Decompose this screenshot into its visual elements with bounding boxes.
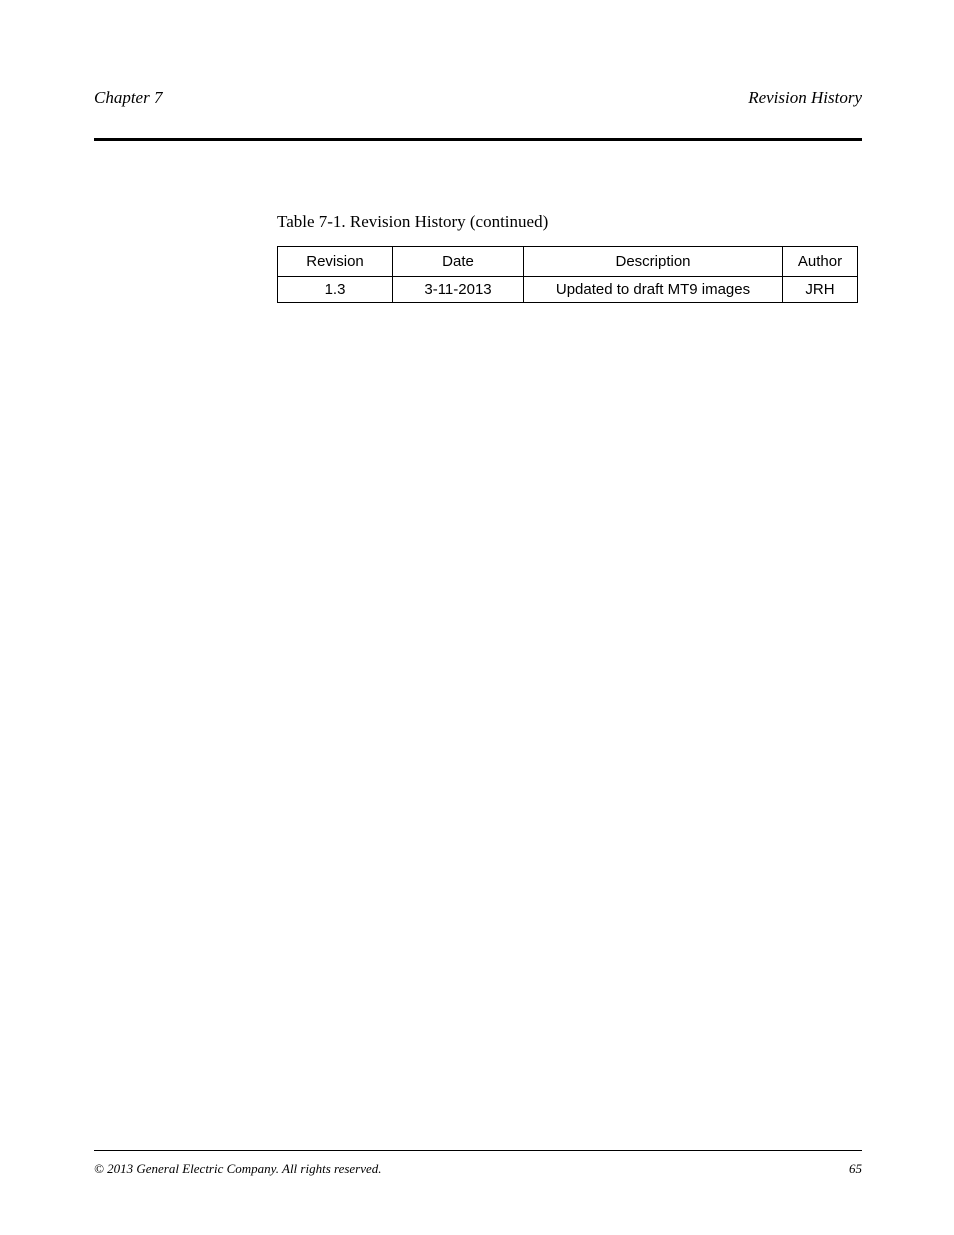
table-caption: Table 7-1. Revision History (continued): [277, 212, 548, 232]
page: Chapter 7 Revision History Table 7-1. Re…: [0, 0, 954, 1235]
table-row: 1.3 3-11-2013 Updated to draft MT9 image…: [278, 277, 858, 303]
cell-date: 3-11-2013: [393, 277, 524, 303]
cell-author: JRH: [783, 277, 858, 303]
cell-revision: 1.3: [278, 277, 393, 303]
header-right: Revision History: [748, 88, 862, 108]
col-header-date: Date: [393, 247, 524, 277]
footer-rule: [94, 1150, 862, 1151]
table-header-row: Revision Date Description Author: [278, 247, 858, 277]
footer-copyright: © 2013 General Electric Company. All rig…: [94, 1161, 382, 1177]
header-left: Chapter 7: [94, 88, 162, 108]
footer-page-number: 65: [849, 1161, 862, 1177]
col-header-description: Description: [524, 247, 783, 277]
cell-description: Updated to draft MT9 images: [524, 277, 783, 303]
page-footer: © 2013 General Electric Company. All rig…: [94, 1161, 862, 1177]
col-header-author: Author: [783, 247, 858, 277]
page-header: Chapter 7 Revision History: [94, 88, 862, 108]
revision-history-table: Revision Date Description Author 1.3 3-1…: [277, 246, 858, 303]
col-header-revision: Revision: [278, 247, 393, 277]
header-rule: [94, 138, 862, 141]
